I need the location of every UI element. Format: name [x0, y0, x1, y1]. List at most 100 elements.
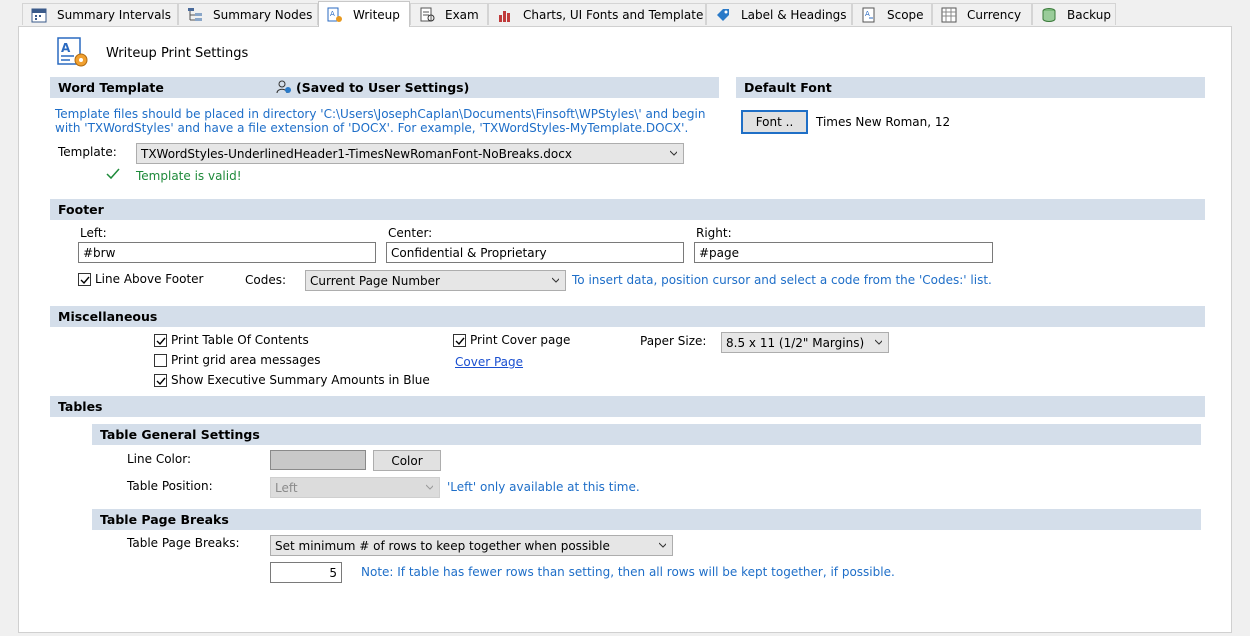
footer-header: Footer	[50, 199, 1205, 220]
font-button[interactable]: Font ..	[741, 110, 808, 134]
line-above-footer-checkbox[interactable]	[78, 273, 91, 286]
svg-text:A: A	[61, 41, 71, 55]
tab-label: Exam	[445, 7, 479, 22]
tab-label: Label & Headings	[741, 7, 847, 22]
table-page-breaks-header: Table Page Breaks	[92, 509, 1201, 530]
footer-left-label: Left:	[80, 226, 107, 240]
tables-header: Tables	[50, 396, 1205, 417]
template-instructions-line2: with 'TXWordStyles' and have a file exte…	[55, 121, 689, 135]
tab-label: Backup	[1067, 7, 1111, 22]
user-settings-icon	[276, 79, 292, 95]
chevron-down-icon	[552, 277, 559, 283]
saved-note: (Saved to User Settings)	[296, 80, 470, 95]
checkmark-icon	[80, 276, 90, 285]
section-title: Table Page Breaks	[100, 512, 229, 527]
template-label: Template:	[58, 145, 117, 159]
writeup-settings-icon: A	[56, 36, 90, 68]
cover-page-link[interactable]: Cover Page	[455, 355, 523, 369]
default-font-value: Times New Roman, 12	[816, 115, 951, 129]
codes-hint: To insert data, position cursor and sele…	[572, 273, 992, 287]
tab-summary-intervals[interactable]: Summary Intervals	[22, 3, 178, 25]
table-position-value: Left	[275, 480, 298, 495]
footer-right-label: Right:	[696, 226, 732, 240]
print-cover-checkbox[interactable]	[453, 334, 466, 347]
template-select-value: TXWordStyles-UnderlinedHeader1-TimesNewR…	[141, 146, 572, 161]
table-general-settings-header: Table General Settings	[92, 424, 1201, 445]
section-title: Word Template	[58, 80, 164, 95]
print-toc-label: Print Table Of Contents	[171, 333, 309, 347]
tab-backup[interactable]: Backup	[1032, 3, 1116, 25]
tab-writeup[interactable]: A Writeup	[318, 1, 410, 27]
tab-label: Summary Intervals	[57, 7, 172, 22]
tab-bar: Summary Intervals Summary Nodes A Writeu…	[0, 0, 1250, 27]
checkmark-icon	[156, 337, 166, 346]
tab-scope[interactable]: A Scope	[852, 3, 932, 25]
table-page-breaks-select[interactable]: Set minimum # of rows to keep together w…	[270, 535, 673, 556]
footer-center-label: Center:	[388, 226, 433, 240]
line-above-footer-label: Line Above Footer	[95, 272, 204, 286]
line-color-swatch[interactable]	[270, 450, 366, 470]
tab-label: Summary Nodes	[213, 7, 313, 22]
scope-icon: A	[861, 7, 879, 23]
footer-center-input[interactable]: Confidential & Proprietary	[386, 242, 684, 263]
tab-currency[interactable]: Currency	[932, 3, 1032, 25]
page-title: Writeup Print Settings	[106, 46, 249, 61]
paper-size-value: 8.5 x 11 (1/2" Margins)	[726, 335, 865, 350]
paper-size-select[interactable]: 8.5 x 11 (1/2" Margins)	[721, 332, 889, 353]
chevron-down-icon	[426, 484, 433, 490]
table-page-breaks-value: Set minimum # of rows to keep together w…	[275, 538, 610, 553]
codes-select[interactable]: Current Page Number	[305, 270, 566, 291]
miscellaneous-header: Miscellaneous	[50, 306, 1205, 327]
tab-charts[interactable]: Charts, UI Fonts and Template	[488, 3, 706, 25]
svg-text:A: A	[330, 10, 335, 18]
template-select[interactable]: TXWordStyles-UnderlinedHeader1-TimesNewR…	[136, 143, 684, 164]
show-exec-summary-label: Show Executive Summary Amounts in Blue	[171, 373, 430, 387]
footer-left-input[interactable]: #brw	[78, 242, 376, 263]
currency-icon	[941, 7, 959, 23]
svg-text:A: A	[865, 10, 870, 18]
table-position-note: 'Left' only available at this time.	[447, 480, 640, 494]
table-page-breaks-label: Table Page Breaks:	[127, 536, 240, 550]
chevron-down-icon	[875, 339, 882, 345]
print-cover-label: Print Cover page	[470, 333, 571, 347]
print-grid-checkbox[interactable]	[154, 354, 167, 367]
exam-icon	[419, 7, 437, 23]
template-instructions-line1: Template files should be placed in direc…	[55, 107, 706, 121]
show-exec-summary-checkbox[interactable]	[154, 374, 167, 387]
tab-label: Charts, UI Fonts and Template	[523, 7, 704, 22]
print-grid-label: Print grid area messages	[171, 353, 321, 367]
checkmark-icon	[156, 377, 166, 386]
chevron-down-icon	[670, 150, 677, 156]
tab-label-headings[interactable]: Label & Headings	[706, 3, 852, 25]
tab-label: Scope	[887, 7, 924, 22]
print-toc-checkbox[interactable]	[154, 334, 167, 347]
chart-icon	[497, 7, 515, 23]
table-position-select[interactable]: Left	[270, 477, 440, 498]
tab-summary-nodes[interactable]: Summary Nodes	[178, 3, 318, 25]
cover-page-link-wrap: Cover Page	[455, 355, 523, 369]
backup-icon	[1041, 7, 1059, 23]
color-button[interactable]: Color	[373, 450, 441, 471]
calendar-icon	[31, 7, 49, 23]
tab-label: Currency	[967, 7, 1022, 22]
tab-exam[interactable]: Exam	[410, 3, 488, 25]
line-color-label: Line Color:	[127, 452, 191, 466]
template-valid-message: Template is valid!	[136, 169, 242, 183]
tree-icon	[187, 7, 205, 23]
tab-label: Writeup	[353, 7, 400, 22]
section-title: Table General Settings	[100, 427, 260, 442]
footer-right-input[interactable]: #page	[694, 242, 993, 263]
rows-note: Note: If table has fewer rows than setti…	[361, 565, 895, 579]
paper-size-label: Paper Size:	[640, 334, 707, 348]
chevron-down-icon	[659, 542, 666, 548]
rows-together-input[interactable]: 5	[270, 562, 342, 583]
tag-icon	[715, 7, 733, 23]
section-title: Miscellaneous	[58, 309, 158, 324]
table-position-label: Table Position:	[127, 479, 213, 493]
section-title: Tables	[58, 399, 103, 414]
codes-label: Codes:	[245, 273, 287, 287]
document-gear-icon: A	[327, 7, 345, 23]
checkmark-icon	[106, 167, 120, 181]
default-font-header: Default Font	[736, 77, 1205, 98]
section-title: Default Font	[744, 80, 832, 95]
